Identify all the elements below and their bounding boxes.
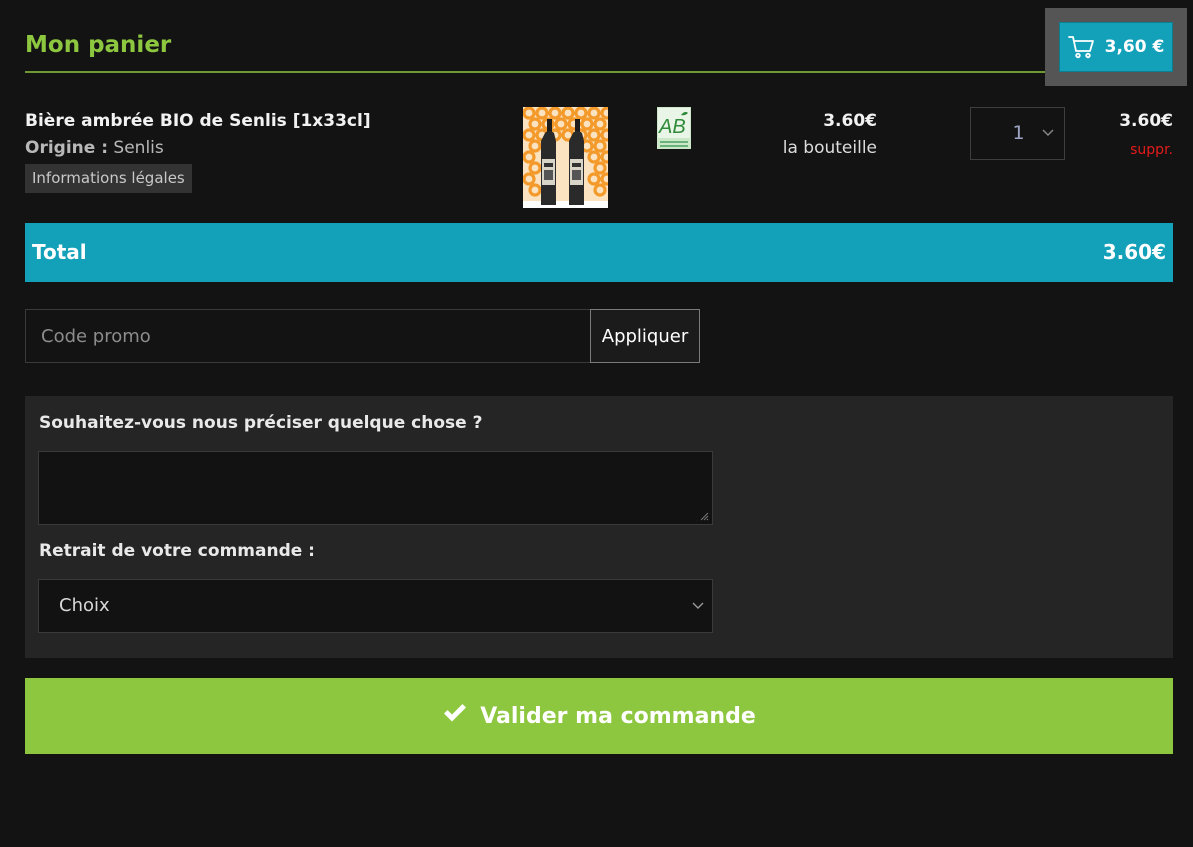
cart-page: Mon panier 3,60 € Bière ambrée BIO de Se… xyxy=(0,0,1193,847)
validate-order-button[interactable]: Valider ma commande xyxy=(25,678,1173,754)
page-title: Mon panier xyxy=(25,32,172,58)
note-label: Souhaitez-vous nous préciser quelque cho… xyxy=(39,413,483,433)
organic-ab-logo: AB xyxy=(657,107,691,149)
validate-label: Valider ma commande xyxy=(480,703,756,729)
cart-total: 3,60 € xyxy=(1104,37,1165,57)
order-note-textarea[interactable] xyxy=(38,451,713,525)
total-bar: Total 3.60€ xyxy=(25,223,1173,282)
remove-item-link[interactable]: suppr. xyxy=(1080,142,1173,158)
total-amount: 3.60€ xyxy=(1102,240,1166,264)
pickup-label: Retrait de votre commande : xyxy=(39,541,315,561)
unit-price: 3.60€ xyxy=(823,111,877,131)
legal-info-button[interactable]: Informations légales xyxy=(25,164,192,193)
total-label: Total xyxy=(32,240,87,264)
promo-code-input[interactable] xyxy=(25,309,591,363)
chevron-down-icon xyxy=(692,602,704,609)
ab-logo-text: AB xyxy=(658,116,686,138)
cart-button[interactable]: 3,60 € xyxy=(1059,22,1173,72)
resize-grip-icon[interactable] xyxy=(699,511,709,521)
title-divider xyxy=(25,71,1047,73)
apply-promo-button[interactable]: Appliquer xyxy=(590,309,700,363)
pickup-select[interactable]: Choix xyxy=(38,579,713,633)
origin-key: Origine : xyxy=(25,138,109,158)
product-image[interactable] xyxy=(523,107,608,208)
origin-value: Senlis xyxy=(113,138,164,158)
chevron-down-icon xyxy=(1042,129,1054,136)
product-origin: Origine : Senlis xyxy=(25,138,164,158)
shopping-cart-icon xyxy=(1067,35,1095,59)
check-icon xyxy=(442,703,468,729)
pickup-selected-value: Choix xyxy=(59,595,110,616)
product-name[interactable]: Bière ambrée BIO de Senlis [1x33cl] xyxy=(25,111,371,131)
order-options-panel: Souhaitez-vous nous préciser quelque cho… xyxy=(25,396,1173,658)
unit-label: la bouteille xyxy=(782,138,877,158)
quantity-select[interactable]: 1 xyxy=(970,107,1065,160)
line-total: 3.60€ xyxy=(1119,111,1173,131)
